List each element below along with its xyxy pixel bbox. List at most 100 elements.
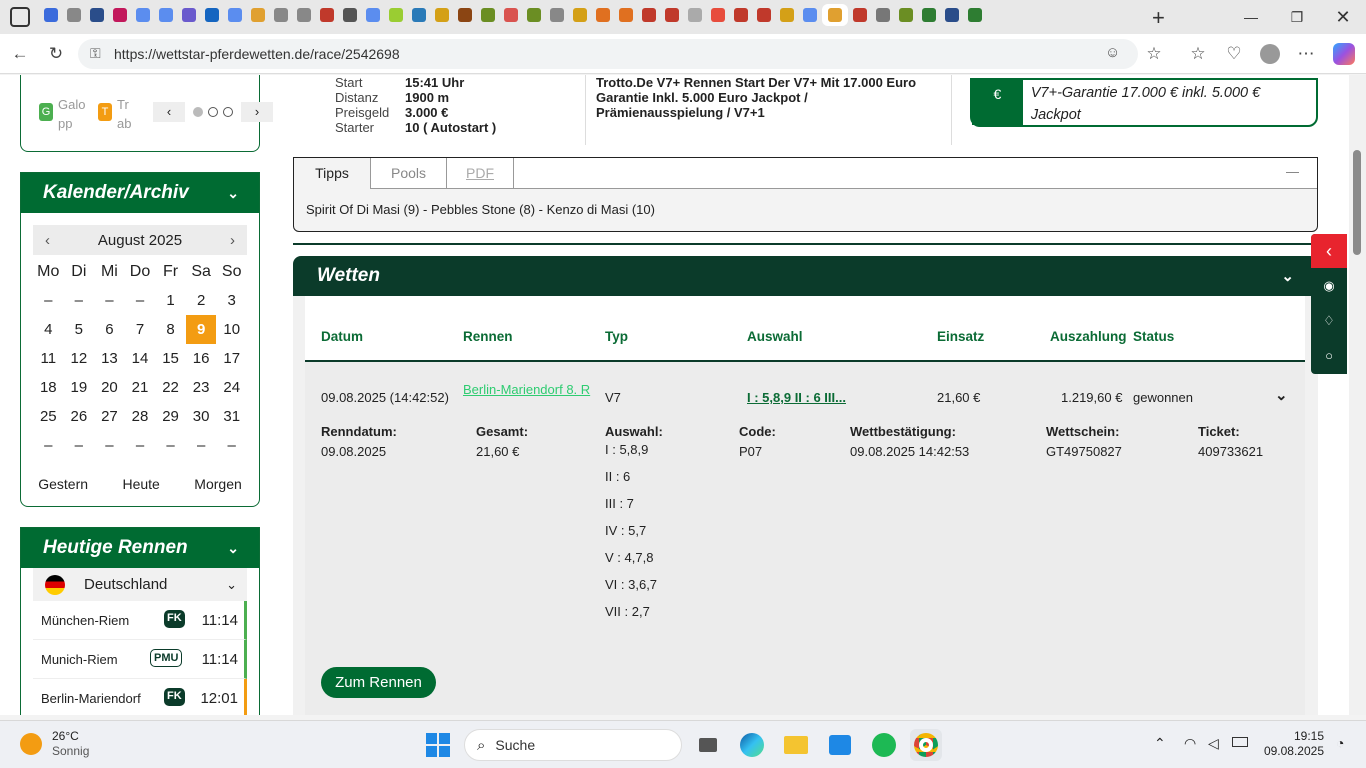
browser-tab[interactable] <box>178 4 200 26</box>
calendar-day[interactable]: 20 <box>94 373 125 402</box>
wifi-icon[interactable]: ◠ <box>1184 735 1196 752</box>
tab-actions-icon[interactable] <box>10 7 30 27</box>
maximize-button[interactable]: ❐ <box>1274 0 1320 34</box>
calendar-day[interactable]: 23 <box>186 373 217 402</box>
calendar-day[interactable]: 6 <box>94 315 125 344</box>
health-icon[interactable]: ♡ <box>1220 40 1248 68</box>
browser-tab[interactable] <box>454 4 476 26</box>
next-month-icon[interactable]: › <box>230 232 235 249</box>
calendar-day[interactable]: 5 <box>64 315 95 344</box>
calendar-day[interactable]: 10 <box>216 315 247 344</box>
country-row[interactable]: Deutschland ⌄ <box>33 568 247 601</box>
page-scrollbar[interactable] <box>1349 75 1366 715</box>
collapse-icon[interactable]: — <box>1286 164 1299 179</box>
browser-tab[interactable] <box>155 4 177 26</box>
bet-rennen-link[interactable]: Berlin-Mariendorf 8. R <box>463 380 593 400</box>
tab-pdf[interactable]: PDF <box>447 158 514 189</box>
chevron-down-icon[interactable]: ⌄ <box>226 577 237 593</box>
browser-tab[interactable] <box>799 4 821 26</box>
browser-tab[interactable] <box>408 4 430 26</box>
calendar-day[interactable]: 30 <box>186 402 217 431</box>
browser-tab[interactable] <box>201 4 223 26</box>
browser-tab[interactable] <box>918 4 940 26</box>
browser-tab[interactable] <box>569 4 591 26</box>
calendar-day[interactable]: 29 <box>155 402 186 431</box>
live-icon[interactable]: ◉ <box>1311 268 1347 303</box>
browser-tab[interactable] <box>661 4 683 26</box>
task-view-icon[interactable] <box>692 729 724 761</box>
calendar-day[interactable]: 3 <box>216 286 247 315</box>
calendar-day[interactable]: 24 <box>216 373 247 402</box>
favorite-star-icon[interactable]: ☆ <box>1140 40 1168 68</box>
url-text[interactable]: https://wettstar-pferdewetten.de/race/25… <box>114 46 400 62</box>
browser-tab[interactable] <box>849 4 871 26</box>
todays-races-header[interactable]: Heutige Rennen ⌄ <box>21 528 259 568</box>
store-icon[interactable] <box>824 729 856 761</box>
browser-tab[interactable] <box>941 4 963 26</box>
tab-tipps[interactable]: Tipps <box>294 158 371 189</box>
reload-button[interactable]: ↻ <box>42 40 70 68</box>
browser-tab[interactable] <box>684 4 706 26</box>
browser-tab[interactable] <box>546 4 568 26</box>
calendar-day[interactable]: 14 <box>125 344 156 373</box>
calendar-day[interactable]: 15 <box>155 344 186 373</box>
wetten-header[interactable]: Wetten ⌄ <box>293 256 1318 296</box>
chevron-down-icon[interactable]: ⌄ <box>1281 267 1294 285</box>
chrome-icon[interactable] <box>910 729 942 761</box>
calendar-day[interactable]: 18 <box>33 373 64 402</box>
browser-tab[interactable] <box>362 4 384 26</box>
browser-tab[interactable] <box>293 4 315 26</box>
browser-tab[interactable] <box>63 4 85 26</box>
battery-icon[interactable] <box>1232 737 1248 747</box>
race-list-item[interactable]: München-Riem FK 11:14 <box>33 601 247 640</box>
profile-avatar[interactable] <box>1260 44 1280 64</box>
site-info-icon[interactable]: ⚿ <box>90 45 101 62</box>
browser-tab[interactable] <box>109 4 131 26</box>
browser-tab[interactable] <box>592 4 614 26</box>
carousel-prev-button[interactable]: ‹ <box>153 102 185 122</box>
calendar-day[interactable]: 12 <box>64 344 95 373</box>
tab-pools[interactable]: Pools <box>371 158 447 189</box>
carousel-next-button[interactable]: › <box>241 102 273 122</box>
browser-tab[interactable] <box>615 4 637 26</box>
favorites-icon[interactable]: ☆ <box>1184 40 1212 68</box>
browser-tab[interactable] <box>339 4 361 26</box>
calendar-day[interactable]: 28 <box>125 402 156 431</box>
carousel-dots[interactable] <box>193 107 233 117</box>
calendar-day[interactable]: 11 <box>33 344 64 373</box>
morgen-link[interactable]: Morgen <box>194 476 241 492</box>
new-tab-button[interactable]: + <box>1152 5 1165 31</box>
zum-rennen-button[interactable]: Zum Rennen <box>321 667 436 698</box>
calendar-day[interactable]: 27 <box>94 402 125 431</box>
browser-tab[interactable] <box>385 4 407 26</box>
settings-icon[interactable]: ○ <box>1311 338 1347 373</box>
browser-tab[interactable] <box>86 4 108 26</box>
calendar-day[interactable]: 22 <box>155 373 186 402</box>
volume-icon[interactable]: ◁ <box>1208 735 1219 752</box>
collapse-toolbar-button[interactable]: ‹ <box>1311 234 1347 268</box>
spotify-icon[interactable] <box>868 729 900 761</box>
calendar-day[interactable]: 1 <box>155 286 186 315</box>
minimize-button[interactable]: — <box>1228 0 1274 34</box>
copilot-icon[interactable] <box>1333 43 1355 65</box>
browser-tab[interactable] <box>730 4 752 26</box>
browser-tab[interactable] <box>316 4 338 26</box>
calendar-day[interactable]: 19 <box>64 373 95 402</box>
read-aloud-icon[interactable]: ☺ <box>1105 44 1120 61</box>
back-button[interactable]: ← <box>6 40 34 68</box>
chevron-down-icon[interactable]: ⌄ <box>1275 386 1288 404</box>
more-menu-icon[interactable]: ⋯ <box>1292 40 1320 68</box>
calendar-day[interactable]: 7 <box>125 315 156 344</box>
scrollbar-thumb[interactable] <box>1353 150 1361 255</box>
calendar-day[interactable]: 17 <box>216 344 247 373</box>
close-window-button[interactable]: ✕ <box>1320 0 1366 34</box>
prev-month-icon[interactable]: ‹ <box>45 232 50 249</box>
edge-icon[interactable] <box>736 729 768 761</box>
calendar-day[interactable]: 31 <box>216 402 247 431</box>
calendar-day[interactable]: 2 <box>186 286 217 315</box>
calendar-header[interactable]: Kalender/Archiv ⌄ <box>21 173 259 213</box>
browser-tab[interactable] <box>247 4 269 26</box>
calendar-day[interactable]: 13 <box>94 344 125 373</box>
address-bar[interactable]: ⚿ https://wettstar-pferdewetten.de/race/… <box>78 39 1138 69</box>
clock[interactable]: 19:15 09.08.2025 <box>1262 729 1324 759</box>
